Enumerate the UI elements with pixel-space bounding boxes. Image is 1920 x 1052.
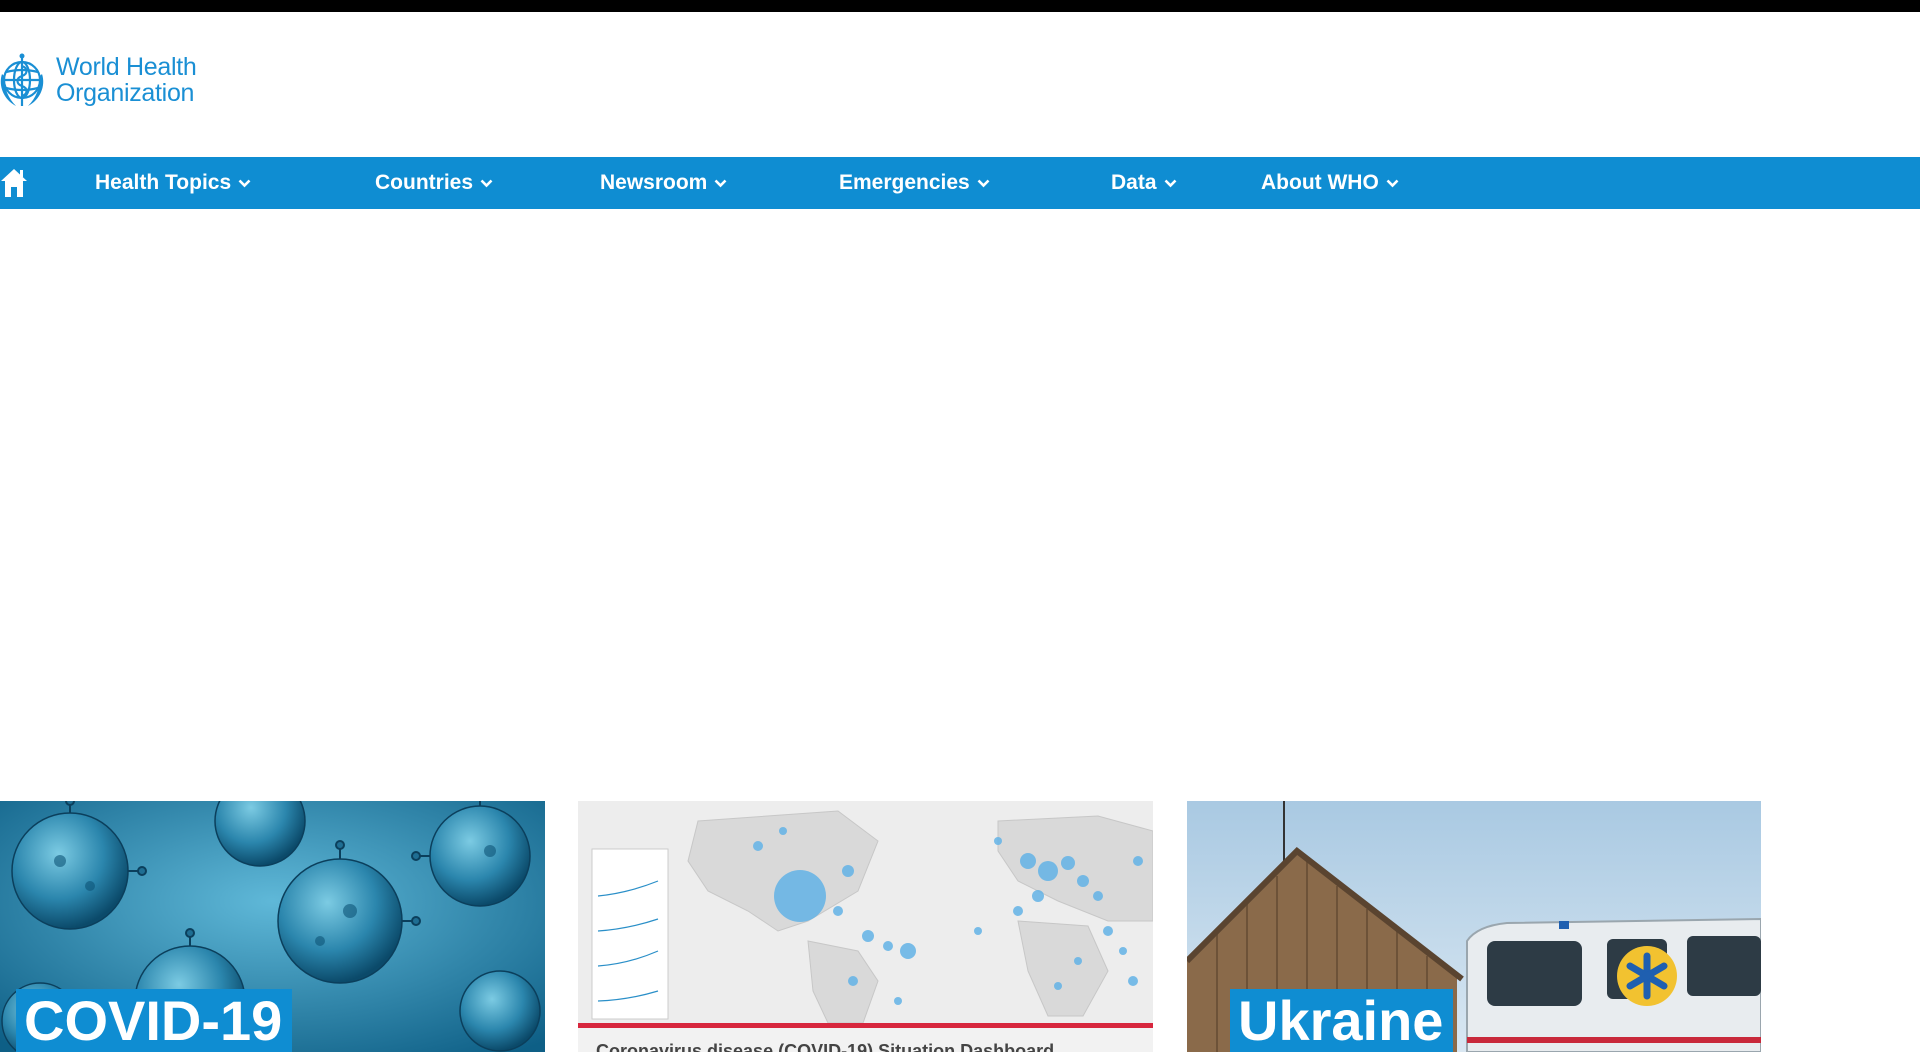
chevron-down-icon [480,179,493,188]
chevron-down-icon [977,179,990,188]
who-logo[interactable]: World Health Organization [0,44,210,116]
chevron-down-icon [714,179,727,188]
nav-health-topics[interactable]: Health Topics [95,157,251,209]
who-emblem-icon [0,53,44,106]
card-title: Ukraine [1230,989,1454,1052]
card-covid-19[interactable]: COVID-19 [0,801,545,1052]
nav-emergencies[interactable]: Emergencies [839,157,990,209]
card-caption: Coronavirus disease (COVID-19) Situation… [596,1041,1055,1052]
top-strip [0,0,1920,12]
world-map-image [578,801,1153,1023]
logo-line-1: World Health [56,53,197,81]
nav-countries[interactable]: Countries [375,157,493,209]
chevron-down-icon [1164,179,1177,188]
main-navbar: Health Topics Countries Newsroom Emergen… [0,157,1920,209]
nav-about-who-label: About WHO [1261,171,1379,194]
card-ukraine[interactable]: Ukraine [1187,801,1761,1052]
nav-home-button[interactable] [0,167,30,199]
card-covid-dashboard[interactable]: Coronavirus disease (COVID-19) Situation… [578,801,1153,1052]
chevron-down-icon [238,179,251,188]
logo-line-2: Organization [56,79,195,107]
nav-newsroom-label: Newsroom [600,171,708,194]
card-divider [578,1023,1153,1028]
nav-emergencies-label: Emergencies [839,171,970,194]
nav-newsroom[interactable]: Newsroom [600,157,727,209]
nav-data[interactable]: Data [1111,157,1177,209]
home-icon [1,169,27,197]
card-title: COVID-19 [16,989,293,1052]
nav-about-who[interactable]: About WHO [1261,157,1399,209]
nav-data-label: Data [1111,171,1157,194]
chevron-down-icon [1386,179,1399,188]
nav-health-topics-label: Health Topics [95,171,232,194]
nav-countries-label: Countries [375,171,474,194]
logo-wordmark: World Health Organization [56,53,197,107]
